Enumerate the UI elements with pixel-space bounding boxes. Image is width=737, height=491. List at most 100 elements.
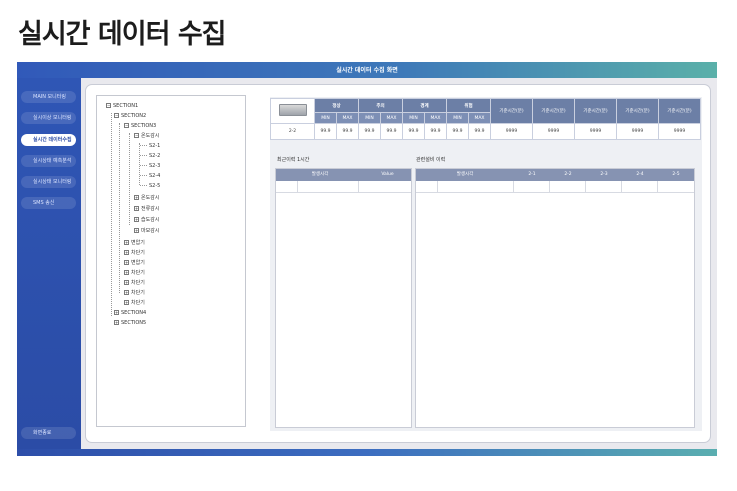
tree-node-label: 차단기 [131, 290, 145, 296]
group-header: 경계 [402, 98, 447, 113]
tree-node[interactable]: + 차단기 [124, 278, 145, 288]
expand-icon[interactable]: + [134, 195, 139, 200]
table-row[interactable]: 2-2 99.9 99.9 99.9 99.9 99.9 99.9 99.9 9… [270, 123, 701, 140]
sidebar-item-main-monitoring[interactable]: MAIN 모니터링 [21, 91, 76, 103]
expand-icon[interactable]: + [124, 280, 129, 285]
tree-connector [140, 185, 147, 186]
expand-icon[interactable]: + [124, 270, 129, 275]
table-cell: 99.9 [379, 123, 404, 140]
tree-node-label: S2-1 [149, 143, 161, 149]
tree-node[interactable]: + 변압기 [124, 258, 145, 268]
collapse-icon[interactable]: − [106, 103, 111, 108]
table-cell: 99.9 [358, 123, 381, 140]
tree-node[interactable]: + 온도감시 [134, 193, 159, 203]
tree-node-label: 전류감시 [141, 206, 160, 212]
tree-node[interactable]: + 차단기 [124, 268, 145, 278]
tree-node[interactable]: − SECTION2 [114, 111, 146, 121]
tree-guide-line [119, 123, 120, 293]
tree-node-label: SECTION1 [113, 103, 139, 109]
min-header: MIN [358, 112, 381, 124]
collapse-icon[interactable]: − [124, 123, 129, 128]
tree-leaf[interactable]: S2-5 [140, 181, 160, 191]
ref-time-header: 기준시간(분) [616, 98, 659, 124]
tree-node[interactable]: + 차단기 [124, 248, 145, 258]
max-header: MAX [467, 112, 492, 124]
tree-node[interactable]: − SECTION1 [106, 101, 138, 111]
tree-connector [140, 175, 147, 176]
table-cell [416, 181, 438, 192]
group-header: 위험 [446, 98, 491, 113]
table-cell [298, 181, 359, 192]
table-cell: 9999 [532, 123, 575, 140]
table-cell: 99.9 [335, 123, 360, 140]
tree-guide-line [111, 113, 112, 316]
tree-node[interactable]: − 온도감시 [134, 131, 159, 141]
table-cell [438, 181, 514, 192]
expand-icon[interactable]: + [124, 300, 129, 305]
bottom-bar [17, 449, 717, 456]
table-cell: 99.9 [402, 123, 425, 140]
collapse-icon[interactable]: − [114, 113, 119, 118]
expand-icon[interactable]: + [124, 290, 129, 295]
tree-node[interactable]: + 차단기 [124, 298, 145, 308]
table-cell: 9999 [616, 123, 659, 140]
table-cell [586, 181, 622, 192]
tree-node-label: 온도감시 [141, 133, 160, 139]
tree-leaf[interactable]: S2-1 [140, 141, 160, 151]
tree-node[interactable]: + SECTION5 [114, 318, 146, 328]
group-header: 정상 [314, 98, 359, 113]
ref-time-header: 기준시간(분) [532, 98, 575, 124]
min-header: MIN [446, 112, 469, 124]
sidebar: MAIN 모니터링 실시이상 모니터링 실시간 데이터수집 실시상태 예측분석 … [17, 78, 81, 449]
tree-node[interactable]: − SECTION3 [124, 121, 156, 131]
expand-icon[interactable]: + [114, 310, 119, 315]
page-title: 실시간 데이터 수집 [18, 19, 227, 50]
expand-icon[interactable]: + [134, 206, 139, 211]
table-cell: 99.9 [446, 123, 469, 140]
tree-node-label: 차단기 [131, 280, 145, 286]
logout-button[interactable]: 화면종료 [21, 427, 76, 439]
device-image-cell [270, 98, 315, 124]
expand-icon[interactable]: + [124, 260, 129, 265]
main-content: − SECTION1 − SECTION2 − SECTION3 − 온도감시 S2-1… [85, 84, 711, 443]
table-cell: 99.9 [423, 123, 448, 140]
max-header: MAX [335, 112, 360, 124]
tree-node[interactable]: + 습도감시 [134, 215, 159, 225]
tree-node-label: 변압기 [131, 240, 145, 246]
tree-node-label: SECTION5 [121, 320, 147, 326]
tree-node[interactable]: + 마모감시 [134, 226, 159, 236]
tree-node[interactable]: + SECTION4 [114, 308, 146, 318]
related-history-title: 관련설비 이력 [416, 157, 446, 163]
table-row[interactable] [416, 181, 694, 193]
tree-leaf[interactable]: S2-2 [140, 151, 160, 161]
sidebar-item-anomaly-monitoring[interactable]: 실시이상 모니터링 [21, 112, 76, 124]
tree-node-label: SECTION2 [121, 113, 147, 119]
column-header: 발생시각 [311, 172, 329, 177]
tree-node-label: 차단기 [131, 250, 145, 256]
expand-icon[interactable]: + [124, 240, 129, 245]
tree-node-label: 차단기 [131, 300, 145, 306]
tree-node[interactable]: + 차단기 [124, 288, 145, 298]
recent-history-header: 발생시각 Value [276, 169, 411, 181]
title-bar: 실시간 데이터 수집 화면 [17, 62, 717, 78]
tree-node[interactable]: + 전류감시 [134, 204, 159, 214]
tree-connector [140, 145, 147, 146]
sidebar-item-status-monitoring[interactable]: 실시상태 모니터링 [21, 176, 76, 188]
sidebar-item-realtime-data[interactable]: 실시간 데이터수집 [21, 134, 76, 146]
table-cell [622, 181, 658, 192]
sidebar-item-prediction[interactable]: 실시상태 예측분석 [21, 155, 76, 167]
table-row[interactable] [276, 181, 411, 193]
tree-node[interactable]: + 변압기 [124, 238, 145, 248]
expand-icon[interactable]: + [124, 250, 129, 255]
collapse-icon[interactable]: − [134, 133, 139, 138]
expand-icon[interactable]: + [134, 217, 139, 222]
sidebar-item-sms[interactable]: SMS 송신 [21, 197, 76, 209]
expand-icon[interactable]: + [114, 320, 119, 325]
related-history-panel: 발생시각 2-1 2-2 2-3 2-4 2-5 [415, 168, 695, 428]
tree-connector [140, 155, 147, 156]
table-cell [658, 181, 694, 192]
tree-leaf[interactable]: S2-3 [140, 161, 160, 171]
ref-time-header: 기준시간(분) [490, 98, 533, 124]
tree-leaf[interactable]: S2-4 [140, 171, 160, 181]
expand-icon[interactable]: + [134, 228, 139, 233]
